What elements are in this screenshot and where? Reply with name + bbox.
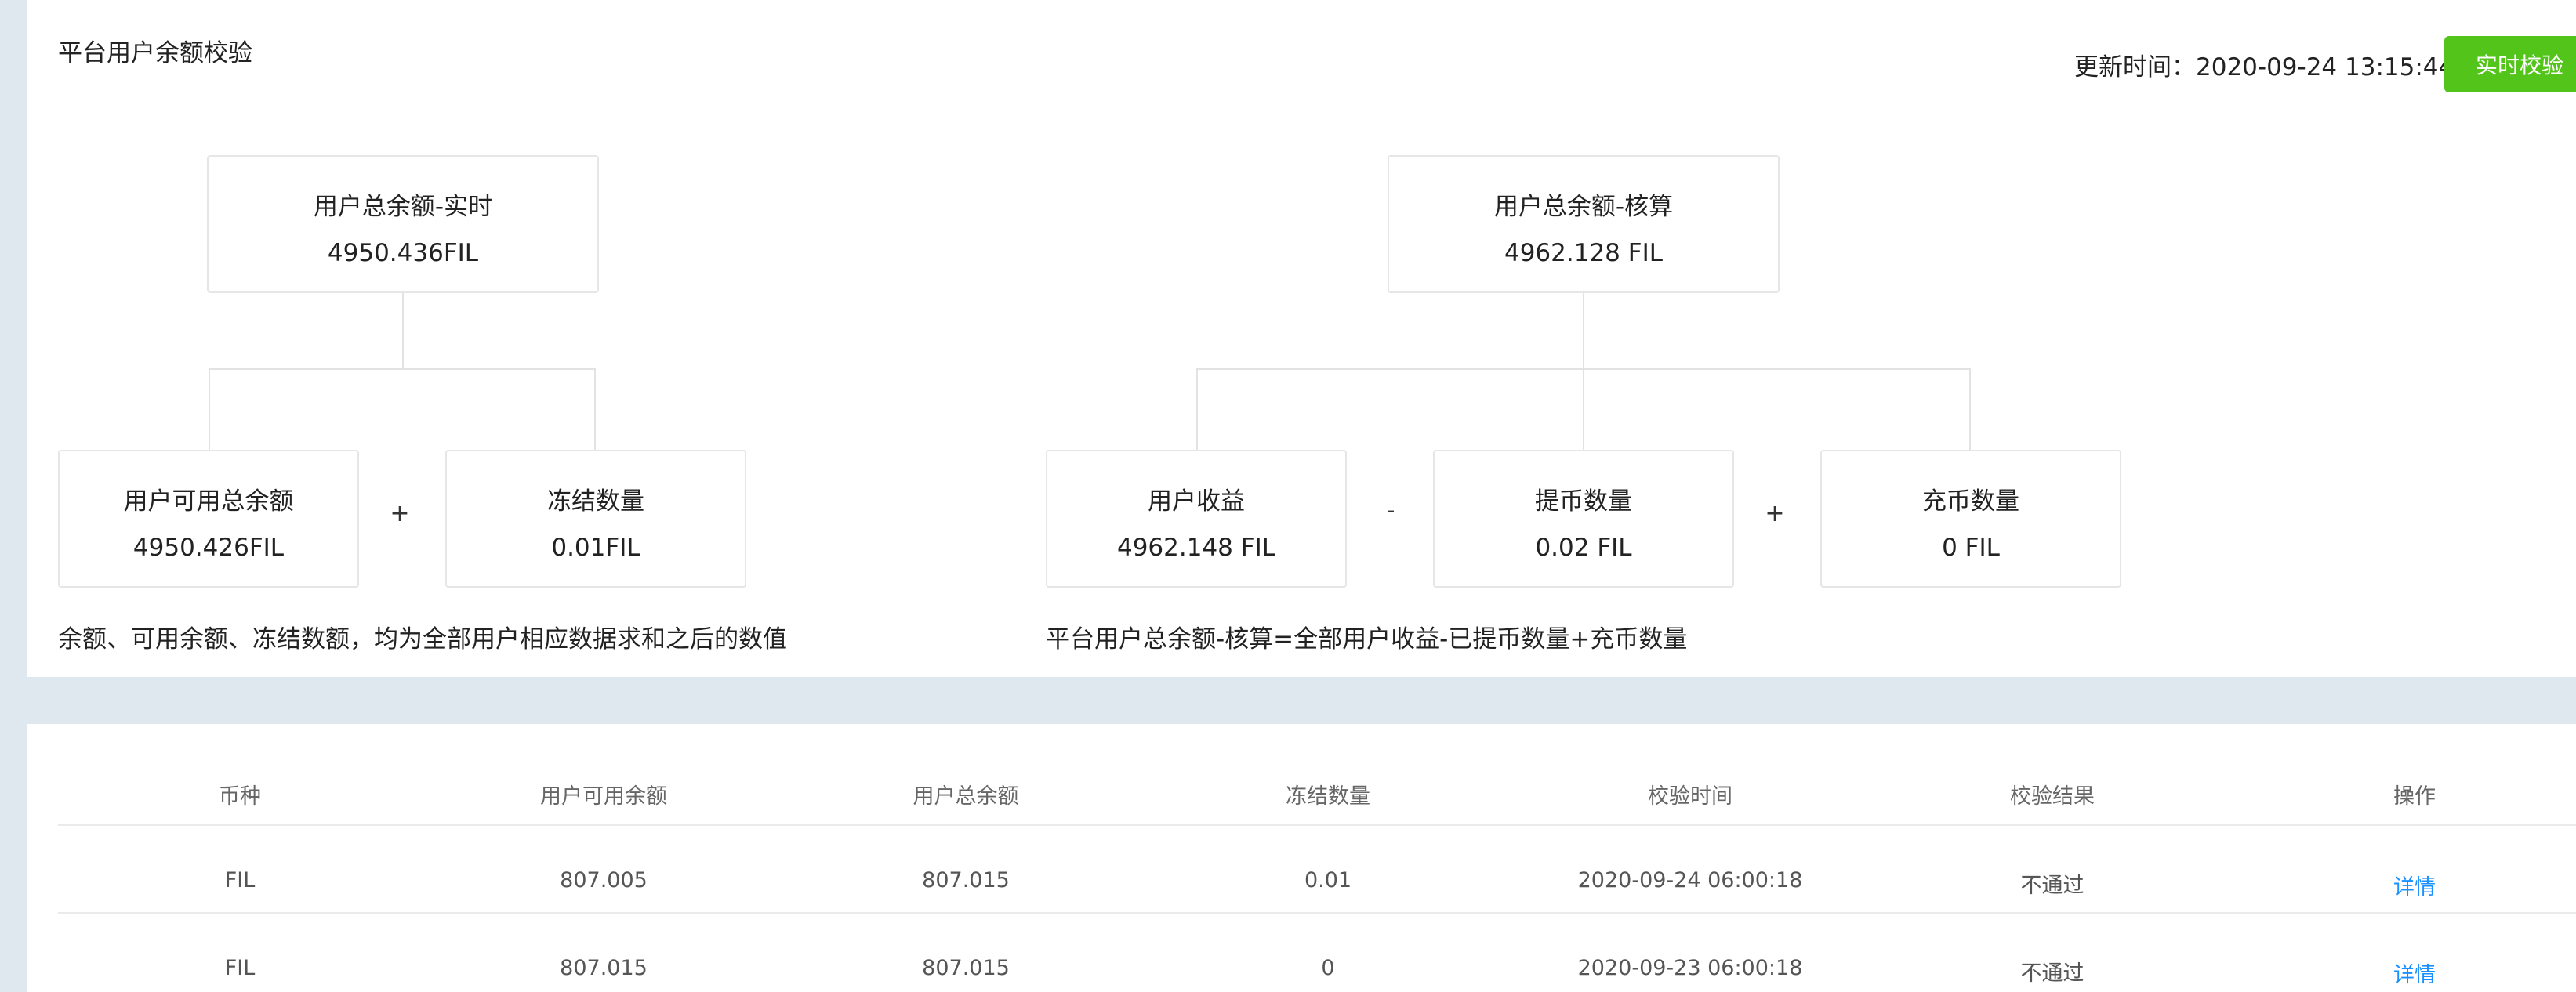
tree-connector bbox=[1969, 368, 1971, 450]
cell-coin: FIL bbox=[224, 956, 256, 980]
plus-operator: + bbox=[390, 500, 410, 527]
minus-operator: - bbox=[1386, 497, 1395, 524]
column-header-coin: 币种 bbox=[219, 784, 261, 809]
column-header-frozen: 冻结数量 bbox=[1286, 784, 1370, 809]
tree-connector bbox=[1196, 368, 1198, 450]
frozen-amount-box: 冻结数量 0.01FIL bbox=[445, 450, 746, 588]
row-divider bbox=[58, 912, 2576, 914]
deposit-amount-value: 0 FIL bbox=[1942, 534, 2000, 562]
accounting-total-box: 用户总余额-核算 4962.128 FIL bbox=[1388, 155, 1780, 293]
accounting-total-label: 用户总余额-核算 bbox=[1493, 193, 1674, 221]
cell-time: 2020-09-23 06:00:18 bbox=[1577, 956, 1803, 980]
tree-connector bbox=[1583, 293, 1584, 450]
column-header-time: 校验时间 bbox=[1648, 784, 1732, 809]
row-divider bbox=[58, 824, 2576, 826]
page-title: 平台用户余额校验 bbox=[58, 39, 252, 67]
withdraw-amount-label: 提币数量 bbox=[1535, 487, 1632, 516]
plus-operator: + bbox=[1765, 500, 1785, 527]
tree-connector bbox=[1196, 368, 1971, 370]
cell-frozen: 0.01 bbox=[1304, 868, 1352, 892]
user-income-box: 用户收益 4962.148 FIL bbox=[1046, 450, 1347, 588]
available-balance-value: 4950.426FIL bbox=[132, 534, 285, 562]
cell-available: 807.015 bbox=[560, 956, 648, 980]
details-link[interactable]: 详情 bbox=[2258, 958, 2571, 988]
update-time: 更新时间：2020-09-24 13:15:44 bbox=[2074, 47, 2454, 82]
cell-frozen: 0 bbox=[1321, 956, 1335, 980]
tree-connector bbox=[209, 368, 210, 450]
update-time-label: 更新时间： bbox=[2074, 53, 2196, 81]
verification-table: 币种 用户可用余额 用户总余额 冻结数量 校验时间 校验结果 操作 FIL 80… bbox=[27, 724, 2576, 992]
realtime-total-box: 用户总余额-实时 4950.436FIL bbox=[207, 155, 599, 293]
tree-connector bbox=[402, 293, 404, 368]
frozen-amount-label: 冻结数量 bbox=[547, 487, 644, 516]
user-income-value: 4962.148 FIL bbox=[1116, 534, 1275, 562]
column-header-available: 用户可用余额 bbox=[540, 784, 667, 809]
cell-result: 不通过 bbox=[2020, 874, 2084, 898]
realtime-note: 余额、可用余额、冻结数额，均为全部用户相应数据求和之后的数值 bbox=[58, 625, 787, 653]
page: 平台用户余额校验 更新时间：2020-09-24 13:15:44 实时校验 用… bbox=[0, 0, 2576, 992]
realtime-total-label: 用户总余额-实时 bbox=[313, 193, 493, 221]
column-header-total: 用户总余额 bbox=[912, 784, 1019, 809]
cell-available: 807.005 bbox=[560, 868, 648, 892]
cell-total: 807.015 bbox=[922, 868, 1010, 892]
deposit-amount-box: 充币数量 0 FIL bbox=[1820, 450, 2121, 588]
tree-connector bbox=[209, 368, 596, 370]
realtime-total-value: 4950.436FIL bbox=[327, 239, 479, 267]
available-balance-label: 用户可用总余额 bbox=[123, 487, 294, 516]
accounting-note: 平台用户总余额-核算=全部用户收益-已提币数量+充币数量 bbox=[1046, 625, 1688, 653]
frozen-amount-value: 0.01FIL bbox=[551, 534, 640, 562]
cell-coin: FIL bbox=[224, 868, 256, 892]
cell-total: 807.015 bbox=[922, 956, 1010, 980]
realtime-verify-button[interactable]: 实时校验 bbox=[2444, 36, 2576, 92]
withdraw-amount-box: 提币数量 0.02 FIL bbox=[1433, 450, 1734, 588]
accounting-total-value: 4962.128 FIL bbox=[1504, 239, 1663, 267]
details-link[interactable]: 详情 bbox=[2258, 870, 2571, 900]
deposit-amount-label: 充币数量 bbox=[1922, 487, 2019, 516]
update-time-value: 2020-09-24 13:15:44 bbox=[2196, 53, 2454, 81]
user-income-label: 用户收益 bbox=[1148, 487, 1245, 516]
cell-result: 不通过 bbox=[2020, 961, 2084, 986]
withdraw-amount-value: 0.02 FIL bbox=[1535, 534, 1632, 562]
column-header-result: 校验结果 bbox=[2010, 784, 2095, 809]
column-header-action: 操作 bbox=[2393, 784, 2436, 809]
available-balance-box: 用户可用总余额 4950.426FIL bbox=[58, 450, 359, 588]
tree-connector bbox=[594, 368, 596, 450]
balance-summary-panel: 平台用户余额校验 更新时间：2020-09-24 13:15:44 实时校验 用… bbox=[27, 0, 2576, 677]
cell-time: 2020-09-24 06:00:18 bbox=[1577, 868, 1803, 892]
